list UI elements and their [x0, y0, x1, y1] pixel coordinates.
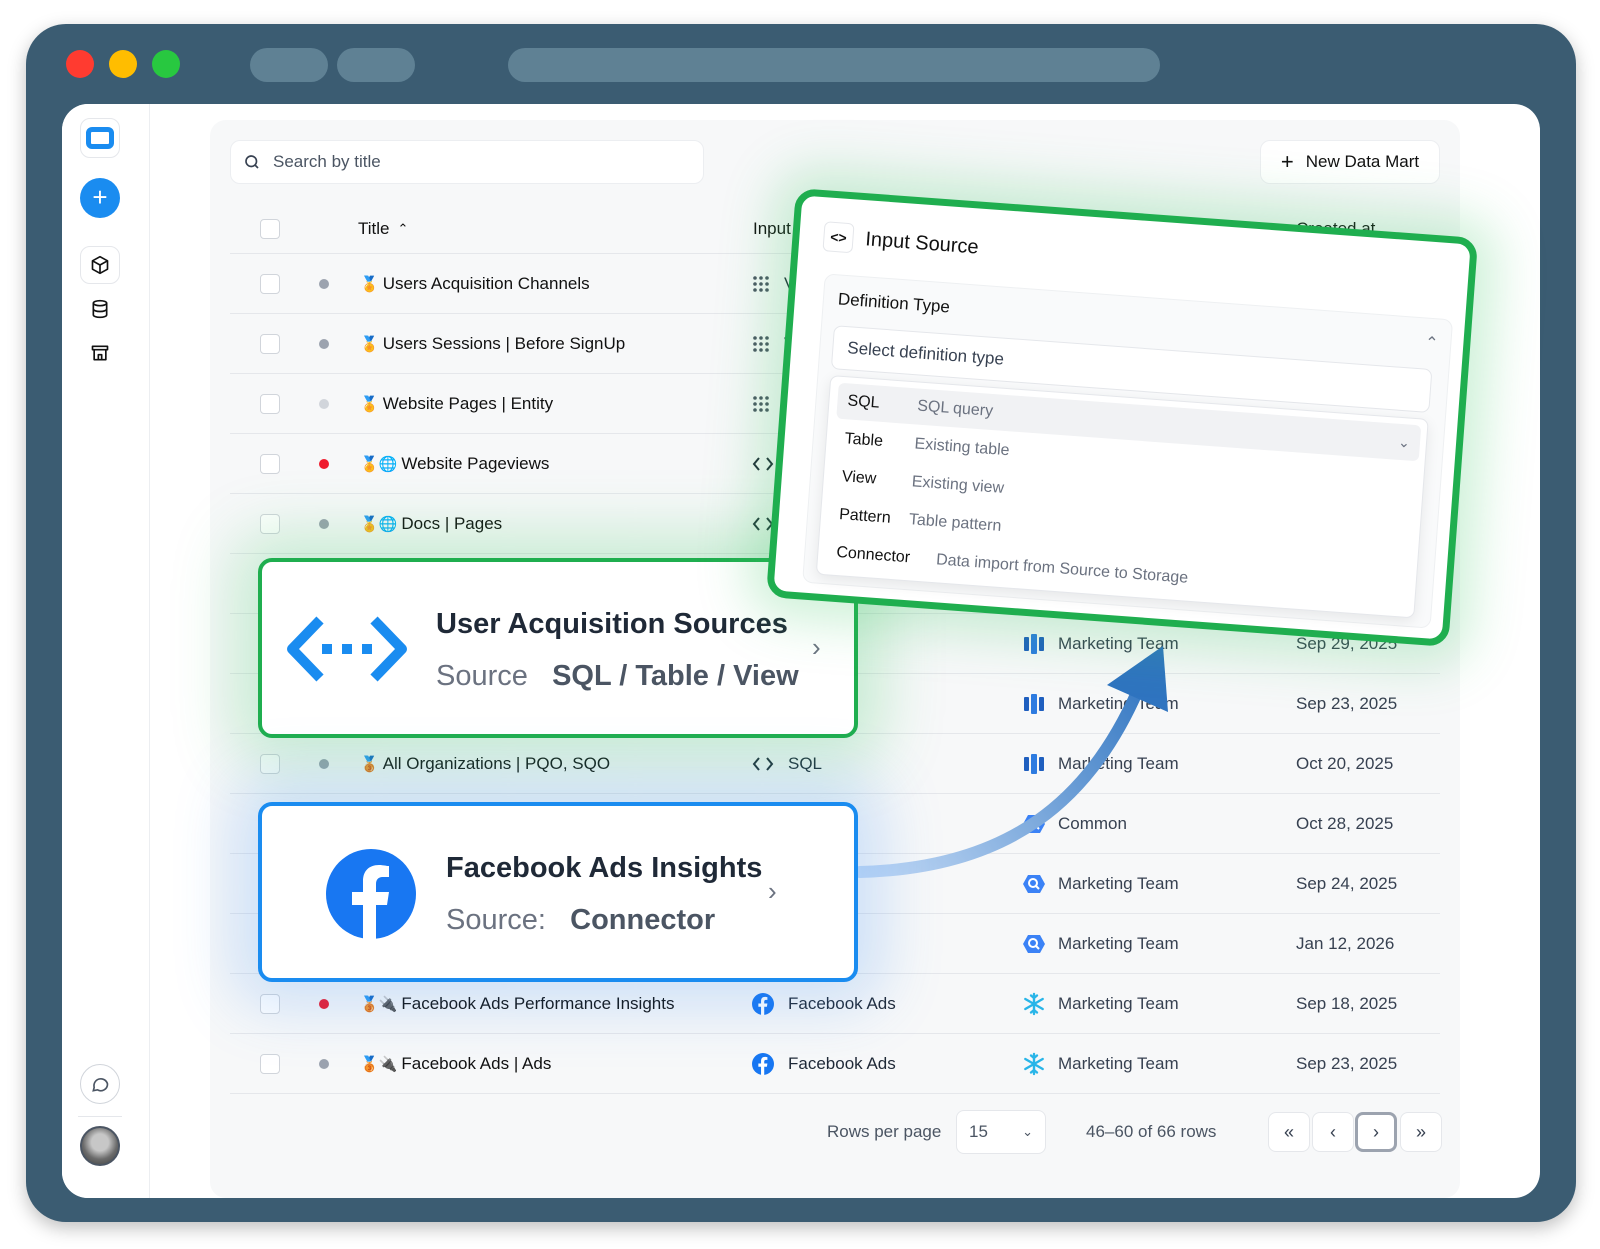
input-source-popup: <> Input Source Definition Type ⌃ Select…: [765, 188, 1479, 667]
chevron-right-icon: ›: [768, 876, 777, 906]
chevron-up-icon[interactable]: ⌃: [1424, 333, 1439, 354]
code-icon: <>: [822, 221, 855, 254]
chevron-right-icon: ›: [812, 632, 821, 662]
callout-subtitle: Source: Connector: [446, 904, 716, 936]
callout-facebook-source[interactable]: Facebook Ads Insights Source: Connector …: [258, 802, 858, 982]
definition-section: Definition Type ⌃ Select definition type…: [802, 273, 1454, 629]
select-placeholder: Select definition type: [846, 338, 1005, 369]
definition-type-label: Definition Type: [837, 289, 951, 317]
input-source-panel: <> Input Source Definition Type ⌃ Select…: [765, 188, 1479, 647]
definition-type-menu: SQL SQL query ⌄ Table Existing table View E…: [815, 375, 1429, 619]
callout-title: User Acquisition Sources: [436, 608, 788, 640]
chevron-down-icon: ⌄: [1397, 433, 1411, 451]
code-icon: [287, 616, 407, 682]
facebook-icon: [326, 849, 416, 939]
callout-subtitle: Source SQL / Table / View: [436, 660, 799, 692]
popup-header: <> Input Source: [822, 221, 979, 262]
popup-title: Input Source: [864, 227, 980, 259]
callout-title: Facebook Ads Insights: [446, 852, 763, 884]
